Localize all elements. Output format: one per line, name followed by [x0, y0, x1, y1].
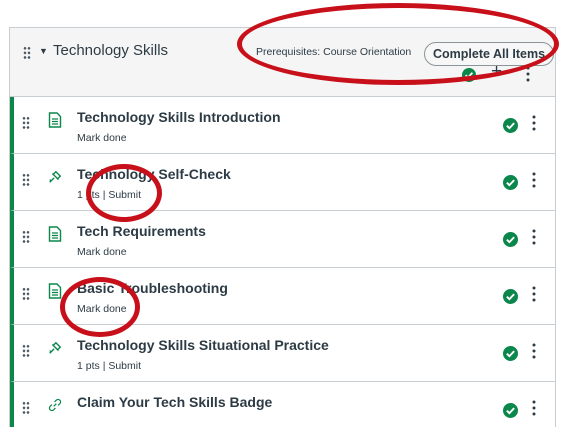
- mark-done-button[interactable]: Mark done: [77, 246, 127, 258]
- module-item[interactable]: Technology Skills Introduction Mark done: [10, 97, 555, 154]
- page-icon: [48, 226, 62, 242]
- quiz-icon: [49, 170, 62, 183]
- module-item[interactable]: Claim Your Tech Skills Badge: [10, 382, 555, 427]
- completed-check-icon: [503, 175, 518, 190]
- submit-link[interactable]: Submit: [108, 360, 141, 372]
- link-icon: [48, 398, 62, 412]
- separator: |: [102, 360, 106, 372]
- completed-check-icon: [503, 403, 518, 418]
- item-title-link[interactable]: Claim Your Tech Skills Badge: [77, 394, 272, 410]
- collapse-caret-icon[interactable]: ▼: [39, 46, 48, 56]
- module-container: ▼ Technology Skills Prerequisites: Cours…: [9, 27, 556, 427]
- drag-handle-icon[interactable]: [22, 173, 30, 187]
- completed-check-icon: [503, 346, 518, 361]
- drag-handle-icon[interactable]: [22, 401, 30, 415]
- module-item[interactable]: Tech Requirements Mark done: [10, 211, 555, 268]
- page-icon: [48, 112, 62, 128]
- annotation-circle: [237, 3, 559, 85]
- module-title: Technology Skills: [53, 42, 169, 59]
- annotation-circle: [86, 164, 162, 222]
- drag-handle-icon[interactable]: [22, 287, 30, 301]
- points-label: 1 pts: [77, 360, 100, 372]
- completed-check-icon: [503, 118, 518, 133]
- item-details: 1 pts | Submit: [77, 360, 141, 372]
- quiz-icon: [49, 341, 62, 354]
- item-options-kebab-icon[interactable]: [532, 400, 536, 416]
- item-options-kebab-icon[interactable]: [532, 172, 536, 188]
- mark-done-button[interactable]: Mark done: [77, 132, 127, 144]
- item-title-link[interactable]: Technology Skills Situational Practice: [77, 337, 329, 353]
- annotation-circle: [60, 277, 140, 337]
- drag-handle-icon[interactable]: [22, 116, 30, 130]
- drag-handle-icon[interactable]: [22, 344, 30, 358]
- item-title-link[interactable]: Technology Skills Introduction: [77, 109, 281, 125]
- item-options-kebab-icon[interactable]: [532, 286, 536, 302]
- completed-check-icon: [503, 232, 518, 247]
- completed-check-icon: [503, 289, 518, 304]
- item-title-link[interactable]: Tech Requirements: [77, 223, 206, 239]
- page-icon: [48, 283, 62, 299]
- item-options-kebab-icon[interactable]: [532, 115, 536, 131]
- item-options-kebab-icon[interactable]: [532, 229, 536, 245]
- drag-handle-icon[interactable]: [23, 46, 31, 60]
- drag-handle-icon[interactable]: [22, 230, 30, 244]
- item-options-kebab-icon[interactable]: [532, 343, 536, 359]
